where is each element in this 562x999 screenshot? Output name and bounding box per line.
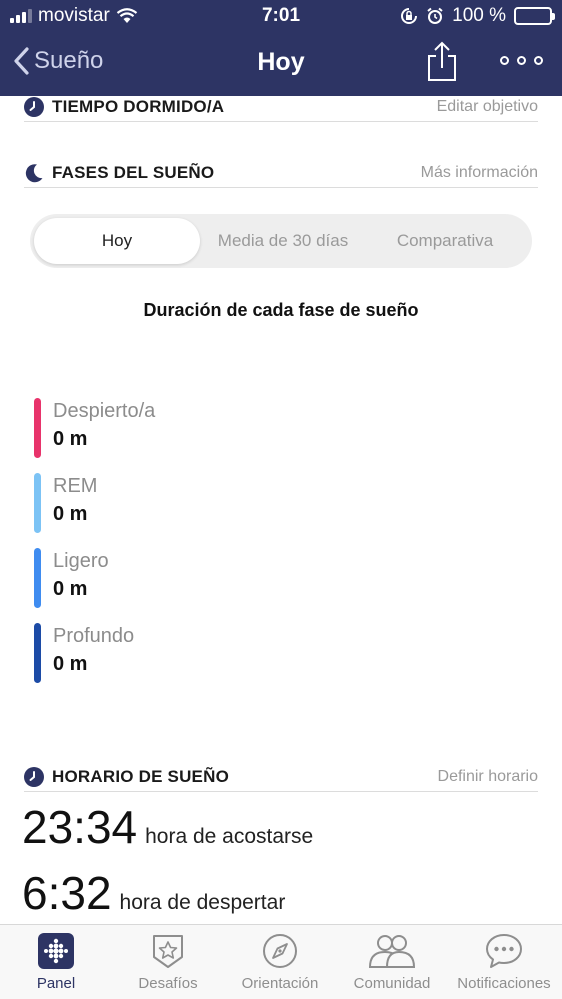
wake-row: 6:32 hora de despertar <box>22 866 285 920</box>
clock-icon <box>24 766 44 787</box>
phase-name: Despierto/a <box>53 400 156 422</box>
bedtime-value: 23:34 <box>22 801 138 853</box>
moon-icon <box>25 163 43 182</box>
more-icon[interactable] <box>500 56 543 65</box>
alarm-icon <box>427 7 443 24</box>
clock-icon <box>24 96 44 117</box>
section-title: FASES DEL SUEÑO <box>52 162 215 182</box>
tab-hoy[interactable]: Hoy <box>34 218 200 264</box>
battery-percent: 100 % <box>452 5 506 26</box>
more-info-link[interactable]: Más información <box>421 164 538 182</box>
compass-icon <box>263 934 297 968</box>
top-header: movistar 7:01 100 % Sueño Hoy <box>0 0 562 96</box>
share-icon[interactable] <box>426 40 458 82</box>
phases-chart-title: Duración de cada fase de sueño <box>143 300 419 320</box>
section-fases-sueno: FASES DEL SUEÑO Más información <box>24 158 538 188</box>
tab-label: Panel <box>36 975 76 992</box>
phase-color-bar <box>34 473 41 533</box>
phase-color-bar <box>34 623 41 683</box>
bedtime-label: hora de acostarse <box>145 825 314 848</box>
tab-comparativa[interactable]: Comparativa <box>362 218 528 264</box>
status-bar: movistar 7:01 100 % <box>0 0 562 32</box>
phase-ligero: Ligero 0 m <box>34 548 334 608</box>
phase-value: 0 m <box>53 653 88 675</box>
set-schedule-link[interactable]: Definir horario <box>438 768 538 786</box>
grid-dots-icon <box>38 933 74 969</box>
phase-value: 0 m <box>53 503 88 525</box>
tab-label: Notificaciones <box>457 975 551 992</box>
wake-label: hora de despertar <box>119 891 286 914</box>
bottom-tab-bar: Panel Desafíos Orientación Comunidad Not… <box>0 924 562 999</box>
wake-value: 6:32 <box>22 867 112 919</box>
community-icon <box>368 935 416 968</box>
phase-despierto: Despierto/a 0 m <box>34 398 334 458</box>
phase-profundo: Profundo 0 m <box>34 623 334 683</box>
tab-notificaciones[interactable]: Notificaciones <box>448 933 560 992</box>
phase-name: Profundo <box>53 625 135 647</box>
tab-media-30-dias[interactable]: Media de 30 días <box>200 218 366 264</box>
phase-value: 0 m <box>53 578 88 600</box>
phase-color-bar <box>34 398 41 458</box>
rotation-lock-icon <box>401 8 418 24</box>
edit-goal-link[interactable]: Editar objetivo <box>437 98 538 116</box>
tab-label: Comunidad <box>353 975 431 992</box>
period-segmented-control: Hoy Media de 30 días Comparativa <box>30 214 532 268</box>
tab-panel[interactable]: Panel <box>0 933 112 992</box>
phase-name: Ligero <box>53 550 109 572</box>
section-tiempo-dormido: TIEMPO DORMIDO/A Editar objetivo <box>24 92 538 122</box>
section-title: HORARIO DE SUEÑO <box>52 766 229 786</box>
bedtime-row: 23:34 hora de acostarse <box>22 800 313 854</box>
nav-bar: Sueño Hoy <box>0 32 562 96</box>
chat-bubble-icon <box>486 934 522 968</box>
tab-comunidad[interactable]: Comunidad <box>336 933 448 992</box>
page-title: Hoy <box>257 48 305 76</box>
section-horario-sueno: HORARIO DE SUEÑO Definir horario <box>24 762 538 792</box>
tab-desafios[interactable]: Desafíos <box>112 933 224 992</box>
tab-label: Desafíos <box>138 975 198 992</box>
phase-rem: REM 0 m <box>34 473 334 533</box>
tab-orientacion[interactable]: Orientación <box>224 933 336 992</box>
phase-color-bar <box>34 548 41 608</box>
phase-value: 0 m <box>53 428 88 450</box>
section-title: TIEMPO DORMIDO/A <box>52 96 225 116</box>
star-badge-icon <box>153 935 183 968</box>
phase-name: REM <box>53 475 98 497</box>
battery-icon <box>514 7 555 25</box>
tab-label: Orientación <box>241 975 319 992</box>
